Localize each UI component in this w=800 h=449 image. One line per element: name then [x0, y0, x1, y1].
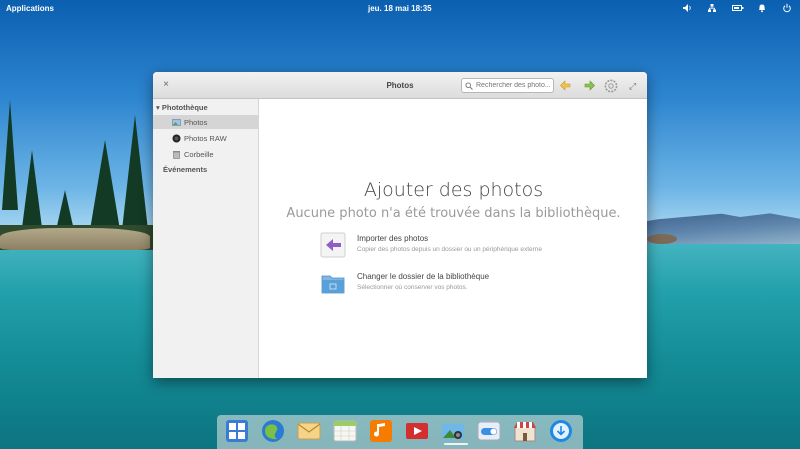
search-icon	[465, 81, 473, 90]
dock	[217, 415, 583, 449]
photos-window: × Photos ⤢ ▾ Photothèque Photos	[153, 72, 647, 378]
change-library-folder-action[interactable]: Changer le dossier de la bibliothèque Sé…	[320, 270, 489, 296]
appcenter-icon[interactable]	[513, 419, 537, 443]
calendar-icon[interactable]	[333, 419, 357, 443]
import-photos-description: Copier des photos depuis un dossier ou u…	[357, 246, 543, 253]
sidebar-item-trash[interactable]: Corbeille	[153, 147, 259, 161]
trash-icon	[172, 150, 181, 159]
search-input[interactable]	[476, 82, 552, 89]
photos-icon	[172, 118, 181, 127]
battery-icon[interactable]	[732, 3, 744, 13]
system-indicators	[682, 3, 792, 13]
system-update-icon[interactable]	[549, 419, 573, 443]
rotate-left-icon[interactable]	[559, 79, 573, 93]
settings-icon[interactable]	[604, 79, 618, 93]
search-field[interactable]	[461, 78, 554, 93]
chevron-down-icon: ▾	[156, 103, 160, 112]
titlebar: × Photos ⤢	[153, 72, 647, 99]
fullscreen-icon[interactable]: ⤢	[629, 81, 639, 91]
web-browser-icon[interactable]	[261, 419, 285, 443]
change-library-folder-label: Changer le dossier de la bibliothèque	[357, 272, 490, 281]
volume-icon[interactable]	[682, 3, 692, 13]
sidebar: ▾ Photothèque Photos Photos RAW Corbeill…	[153, 99, 259, 378]
power-icon[interactable]	[782, 3, 792, 13]
import-icon	[320, 232, 346, 258]
notifications-icon[interactable]	[757, 3, 767, 13]
main-content: Ajouter des photos Aucune photo n'a été …	[260, 99, 647, 378]
date-time[interactable]: jeu. 18 mai 18:35	[368, 4, 432, 13]
wallpaper-trees	[0, 100, 160, 250]
sidebar-item-raw-photos[interactable]: Photos RAW	[153, 131, 259, 145]
photos-running-indicator	[444, 443, 468, 445]
music-icon[interactable]	[369, 419, 393, 443]
rotate-right-icon[interactable]	[582, 79, 596, 93]
raw-photos-icon	[172, 134, 181, 143]
applications-menu[interactable]: Applications	[6, 4, 54, 13]
import-photos-label: Importer des photos	[357, 234, 429, 243]
wallpaper-rock	[647, 234, 677, 244]
import-photos-action[interactable]: Importer des photos Copier des photos de…	[320, 232, 542, 258]
welcome-title: Ajouter des photos	[363, 179, 544, 201]
wallpaper-rocks	[0, 228, 150, 250]
change-library-folder-description: Sélectionner où conserver vos photos.	[357, 284, 468, 291]
photos-icon[interactable]	[441, 419, 465, 443]
mail-icon[interactable]	[297, 419, 321, 443]
multitasking-view-icon[interactable]	[225, 419, 249, 443]
welcome-subtitle: Aucune photo n'a été trouvée dans la bib…	[286, 206, 621, 221]
events-header[interactable]: Événements	[163, 165, 207, 174]
library-header[interactable]: ▾ Photothèque	[156, 103, 208, 112]
switchboard-icon[interactable]	[477, 419, 501, 443]
videos-icon[interactable]	[405, 419, 429, 443]
top-panel: Applications jeu. 18 mai 18:35	[0, 0, 800, 17]
folder-icon	[321, 275, 345, 294]
sidebar-item-photos[interactable]: Photos	[153, 115, 259, 129]
network-icon[interactable]	[707, 3, 717, 13]
